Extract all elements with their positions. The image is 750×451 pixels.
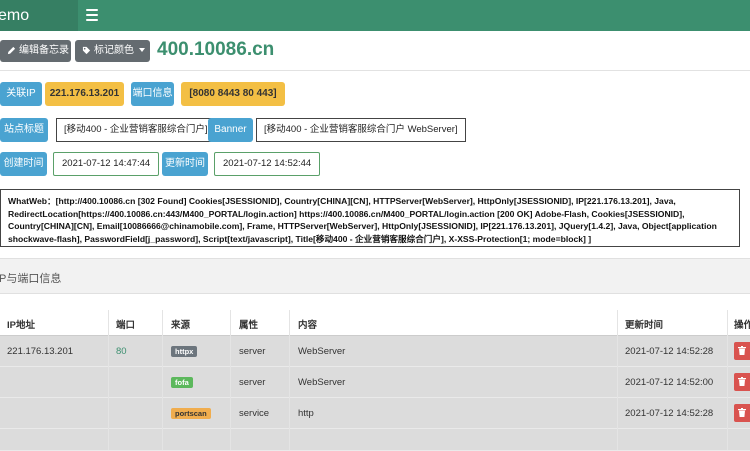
cell-content: WebServer xyxy=(298,377,346,388)
trash-icon xyxy=(738,377,746,386)
cell-content: http xyxy=(298,408,314,419)
table-header-row: IP地址 端口 来源 属性 内容 更新时间 操作 xyxy=(0,310,750,336)
source-badge: httpx xyxy=(171,346,198,357)
col-header-action: 操作 xyxy=(734,320,750,331)
delete-button[interactable] xyxy=(734,404,750,422)
pencil-icon xyxy=(7,46,16,55)
table-row: portscan service http 2021-07-12 14:52:2… xyxy=(0,398,750,429)
source-badge: portscan xyxy=(171,408,211,419)
related-ip-value[interactable]: 221.176.13.201 xyxy=(45,82,124,106)
banner-label: Banner xyxy=(208,118,253,142)
tag-icon xyxy=(82,46,91,55)
column-divider xyxy=(230,310,231,450)
brand-text: emo xyxy=(0,7,30,24)
port-info-label: 端口信息 xyxy=(131,82,174,106)
whatweb-line: WhatWeb：[http://400.10086.cn [302 Found]… xyxy=(8,196,676,206)
table-row: 221.176.13.201 80 httpx server WebServer… xyxy=(0,336,750,367)
cell-attr: server xyxy=(239,346,266,357)
cell-content: WebServer xyxy=(298,346,346,357)
delete-button[interactable] xyxy=(734,373,750,391)
brand-logo[interactable]: emo xyxy=(0,0,78,31)
col-header-port[interactable]: 端口 xyxy=(116,317,135,331)
edit-memo-button[interactable]: 编辑备忘录 xyxy=(0,40,71,62)
cell-ip: 221.176.13.201 xyxy=(7,346,74,357)
cell-attr: server xyxy=(239,377,266,388)
top-navbar: emo xyxy=(0,0,750,31)
cell-port[interactable]: 80 xyxy=(116,346,127,357)
table-row xyxy=(0,429,750,451)
whatweb-line: RedirectLocation[https://400.10086.cn:44… xyxy=(8,208,685,219)
column-divider xyxy=(617,310,618,450)
col-header-content[interactable]: 内容 xyxy=(298,317,317,331)
tag-color-dropdown[interactable]: 标记颜色 xyxy=(75,40,150,62)
column-divider xyxy=(289,310,290,450)
menu-toggle-icon[interactable] xyxy=(86,9,98,21)
site-title-value: [移动400 - 企业营销客服综合门户] xyxy=(56,118,216,142)
column-divider xyxy=(108,310,109,450)
col-header-attr[interactable]: 属性 xyxy=(239,317,258,331)
whatweb-panel: WhatWeb：[http://400.10086.cn [302 Found]… xyxy=(0,189,740,247)
created-time-value: 2021-07-12 14:47:44 xyxy=(53,152,160,176)
page-title: 400.10086.cn xyxy=(157,39,275,60)
whatweb-line: Country[CHINA][CN], Email[10086666@china… xyxy=(8,221,717,232)
cell-attr: service xyxy=(239,408,270,419)
whatweb-line: shockwave-flash], PasswordField[j_passwo… xyxy=(8,233,592,244)
col-header-source[interactable]: 来源 xyxy=(171,317,190,331)
banner-value: [移动400 - 企业营销客服综合门户 WebServer] xyxy=(256,118,466,142)
section-title: IP与端口信息 xyxy=(0,273,62,285)
trash-icon xyxy=(738,346,746,355)
table-row: fofa server WebServer 2021-07-12 14:52:0… xyxy=(0,367,750,398)
created-time-label: 创建时间 xyxy=(0,152,47,176)
trash-icon xyxy=(738,408,746,417)
source-badge: fofa xyxy=(171,377,193,388)
cell-time: 2021-07-12 14:52:28 xyxy=(625,346,714,357)
section-header: IP与端口信息 xyxy=(0,258,750,294)
delete-button[interactable] xyxy=(734,342,750,360)
column-divider xyxy=(162,310,163,450)
chevron-down-icon xyxy=(139,48,145,52)
site-title-label: 站点标题 xyxy=(0,118,48,142)
related-ip-label: 关联IP xyxy=(0,82,42,106)
column-divider xyxy=(727,310,728,450)
updated-time-value: 2021-07-12 14:52:44 xyxy=(214,152,321,176)
cell-time: 2021-07-12 14:52:00 xyxy=(625,377,714,388)
updated-time-label: 更新时间 xyxy=(162,152,208,176)
col-header-time[interactable]: 更新时间 xyxy=(625,317,663,331)
col-header-ip[interactable]: IP地址 xyxy=(7,317,35,331)
divider xyxy=(0,70,750,71)
cell-time: 2021-07-12 14:52:28 xyxy=(625,408,714,419)
port-info-value: [8080 8443 80 443] xyxy=(181,82,285,106)
